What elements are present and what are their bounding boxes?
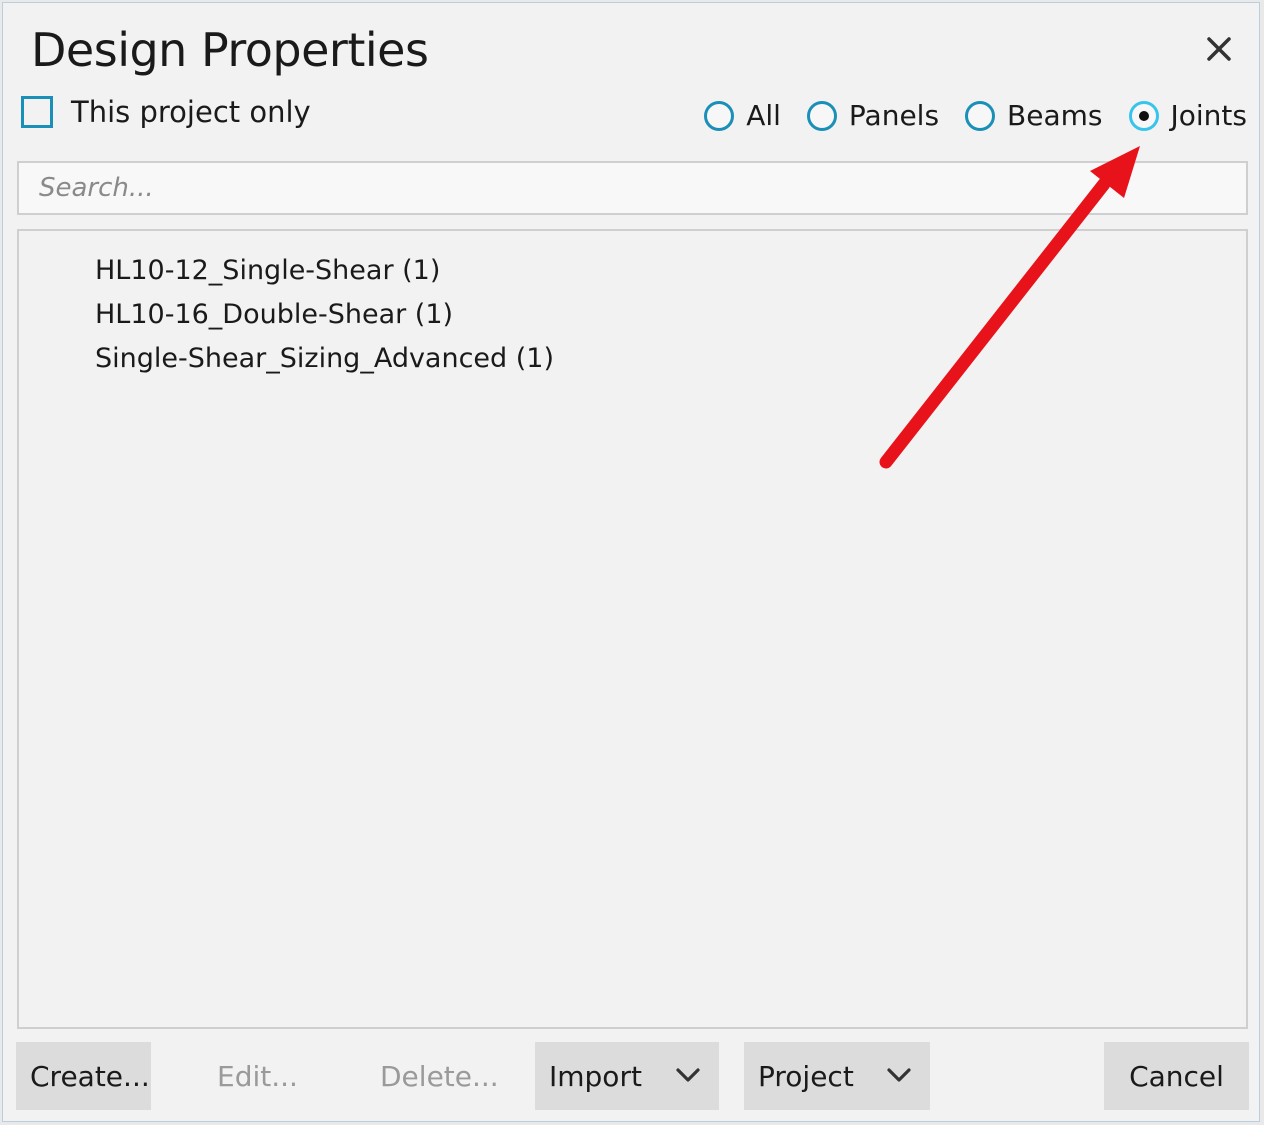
create-button[interactable]: Create... <box>16 1042 151 1110</box>
cancel-button[interactable]: Cancel <box>1104 1042 1249 1110</box>
delete-button[interactable]: Delete... <box>366 1042 506 1110</box>
list-item[interactable]: HL10-16_Double-Shear (1) <box>19 293 1246 337</box>
design-properties-dialog: Design Properties This project only All … <box>2 2 1260 1122</box>
create-button-label: Create... <box>30 1059 150 1093</box>
edit-button-label: Edit... <box>217 1059 298 1093</box>
design-properties-list[interactable]: HL10-12_Single-Shear (1) HL10-16_Double-… <box>17 229 1248 1029</box>
radio-panels[interactable]: Panels <box>806 99 940 132</box>
delete-button-label: Delete... <box>380 1059 499 1093</box>
checkbox-box[interactable] <box>21 96 53 128</box>
radio-beams-label: Beams <box>1007 99 1103 132</box>
edit-button[interactable]: Edit... <box>203 1042 313 1110</box>
radio-selected-dot <box>1138 110 1149 121</box>
radio-all[interactable]: All <box>704 99 781 132</box>
radio-joints-circle[interactable] <box>1128 100 1159 131</box>
radio-panels-circle[interactable] <box>806 100 837 131</box>
dialog-title: Design Properties <box>31 23 429 77</box>
radio-all-circle[interactable] <box>704 100 735 131</box>
chevron-down-icon <box>676 1068 700 1082</box>
project-dropdown-button[interactable]: Project <box>744 1042 930 1110</box>
search-input[interactable] <box>17 161 1248 215</box>
chevron-down-icon <box>887 1068 911 1082</box>
close-icon <box>1207 37 1231 61</box>
radio-beams-circle[interactable] <box>965 100 996 131</box>
radio-joints-label: Joints <box>1170 99 1247 132</box>
radio-all-label: All <box>746 99 781 132</box>
list-item[interactable]: Single-Shear_Sizing_Advanced (1) <box>19 337 1246 381</box>
type-filter-radio-group: All Panels Beams Joints <box>678 99 1247 132</box>
this-project-only-checkbox[interactable]: This project only <box>21 95 311 129</box>
checkbox-label: This project only <box>71 95 311 129</box>
cancel-button-label: Cancel <box>1129 1059 1224 1093</box>
close-button[interactable] <box>1199 29 1239 69</box>
radio-beams[interactable]: Beams <box>965 99 1103 132</box>
list-item[interactable]: HL10-12_Single-Shear (1) <box>19 249 1246 293</box>
radio-panels-label: Panels <box>848 99 940 132</box>
project-button-label: Project <box>758 1059 854 1093</box>
radio-joints[interactable]: Joints <box>1128 99 1247 132</box>
import-dropdown-button[interactable]: Import <box>535 1042 719 1110</box>
import-button-label: Import <box>549 1059 642 1093</box>
